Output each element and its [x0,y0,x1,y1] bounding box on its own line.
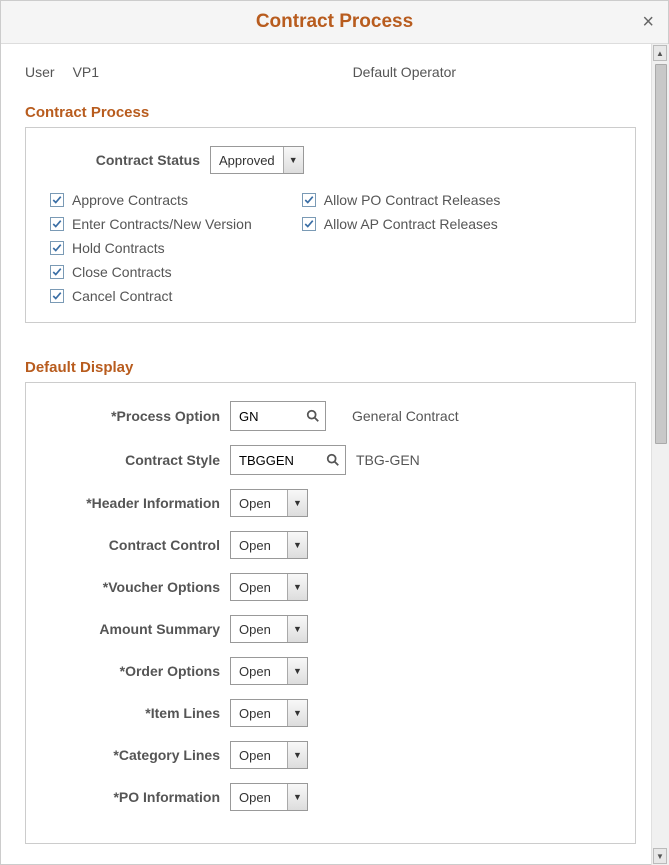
chevron-down-icon: ▼ [287,574,307,600]
section-default-display: *Process Option General Contract Contrac… [25,382,636,844]
dropdown-label: Contract Control [50,537,220,553]
dropdown-value: Open [231,744,287,767]
checkbox-grid: Approve Contracts Enter Contracts/New Ver… [50,192,611,304]
checkbox-label: Approve Contracts [72,192,188,208]
chevron-down-icon: ▼ [287,700,307,726]
scroll-up-button[interactable]: ▲ [653,45,667,61]
chevron-down-icon: ▼ [287,532,307,558]
scrollbar-track[interactable]: ▲ ▼ [651,44,669,865]
user-label: User [25,64,55,80]
search-icon[interactable] [301,402,325,430]
dropdown-select[interactable]: Open▼ [230,489,308,517]
dialog-title: Contract Process [256,11,413,33]
section-title-contract-process: Contract Process [25,104,636,121]
checkbox-item: Cancel Contract [50,288,252,304]
checkbox-item: Allow AP Contract Releases [302,216,501,232]
section-title-default-display: Default Display [25,359,636,376]
dropdown-select[interactable]: Open▼ [230,531,308,559]
contract-status-label: Contract Status [50,152,200,168]
dialog-body: User VP1 Default Operator Contract Proce… [1,44,668,864]
checkbox-column-right: Allow PO Contract Releases Allow AP Contr… [302,192,501,304]
chevron-down-icon: ▼ [287,658,307,684]
contract-style-desc: TBG-GEN [356,452,420,468]
checkbox-column-left: Approve Contracts Enter Contracts/New Ver… [50,192,252,304]
checkbox[interactable] [302,217,316,231]
close-icon: × [642,11,654,33]
contract-status-select[interactable]: Approved ▼ [210,146,304,174]
dropdown-row: Amount Summary Open▼ [50,615,611,643]
dialog: Contract Process × User VP1 Default Oper… [0,0,669,865]
checkbox-label: Hold Contracts [72,240,165,256]
chevron-down-icon: ▼ [287,490,307,516]
dropdown-label: *PO Information [50,789,220,805]
contract-style-input[interactable] [231,448,321,473]
close-button[interactable]: × [642,12,654,32]
scroll-down-button[interactable]: ▼ [653,848,667,864]
process-option-desc: General Contract [352,408,459,424]
dropdown-select[interactable]: Open▼ [230,657,308,685]
dropdown-value: Open [231,534,287,557]
checkbox-label: Allow PO Contract Releases [324,192,501,208]
process-option-input-wrap [230,401,326,431]
dropdown-value: Open [231,618,287,641]
contract-status-row: Contract Status Approved ▼ [50,146,611,174]
process-option-input[interactable] [231,404,301,429]
scrollbar-thumb[interactable] [655,64,667,444]
dropdown-row: *Order Options Open▼ [50,657,611,685]
chevron-down-icon: ▼ [287,784,307,810]
dropdown-select[interactable]: Open▼ [230,699,308,727]
dropdown-label: Amount Summary [50,621,220,637]
process-option-label: *Process Option [50,408,220,424]
dropdown-label: *Order Options [50,663,220,679]
checkbox-label: Cancel Contract [72,288,172,304]
dropdown-row: *Header Information Open▼ [50,489,611,517]
dropdown-label: *Item Lines [50,705,220,721]
dropdown-value: Open [231,786,287,809]
dropdown-value: Open [231,702,287,725]
checkbox-item: Allow PO Contract Releases [302,192,501,208]
process-option-row: *Process Option General Contract [50,401,611,431]
checkbox-label: Enter Contracts/New Version [72,216,252,232]
dropdown-label: *Category Lines [50,747,220,763]
checkbox[interactable] [50,193,64,207]
chevron-down-icon: ▼ [287,742,307,768]
search-icon[interactable] [321,446,345,474]
dropdown-select[interactable]: Open▼ [230,573,308,601]
dropdown-select[interactable]: Open▼ [230,783,308,811]
checkbox-item: Approve Contracts [50,192,252,208]
checkbox-item: Hold Contracts [50,240,252,256]
dropdown-label: *Header Information [50,495,220,511]
dropdown-select[interactable]: Open▼ [230,615,308,643]
dropdown-label: *Voucher Options [50,579,220,595]
contract-style-label: Contract Style [50,452,220,468]
chevron-down-icon: ▼ [287,616,307,642]
dialog-header: Contract Process × [1,1,668,44]
checkbox-item: Close Contracts [50,264,252,280]
checkbox[interactable] [50,265,64,279]
checkbox-label: Allow AP Contract Releases [324,216,498,232]
checkbox-label: Close Contracts [72,264,172,280]
checkbox[interactable] [50,217,64,231]
dropdown-row: Contract Control Open▼ [50,531,611,559]
contract-status-value: Approved [211,149,283,172]
section-contract-process: Contract Status Approved ▼ Approve Contr… [25,127,636,323]
dropdown-row: *Item Lines Open▼ [50,699,611,727]
checkbox[interactable] [50,289,64,303]
dropdown-select[interactable]: Open▼ [230,741,308,769]
checkbox[interactable] [50,241,64,255]
dropdown-row: *Voucher Options Open▼ [50,573,611,601]
chevron-down-icon: ▼ [283,147,303,173]
dropdown-row: *PO Information Open▼ [50,783,611,811]
user-row: User VP1 Default Operator [25,64,636,80]
contract-style-row: Contract Style TBG-GEN [50,445,611,475]
dropdown-value: Open [231,660,287,683]
checkbox-item: Enter Contracts/New Version [50,216,252,232]
user-value: VP1 [73,64,353,80]
dropdown-value: Open [231,492,287,515]
contract-style-input-wrap [230,445,346,475]
dropdown-value: Open [231,576,287,599]
checkbox[interactable] [302,193,316,207]
dropdown-row: *Category Lines Open▼ [50,741,611,769]
default-operator-label: Default Operator [353,64,457,80]
